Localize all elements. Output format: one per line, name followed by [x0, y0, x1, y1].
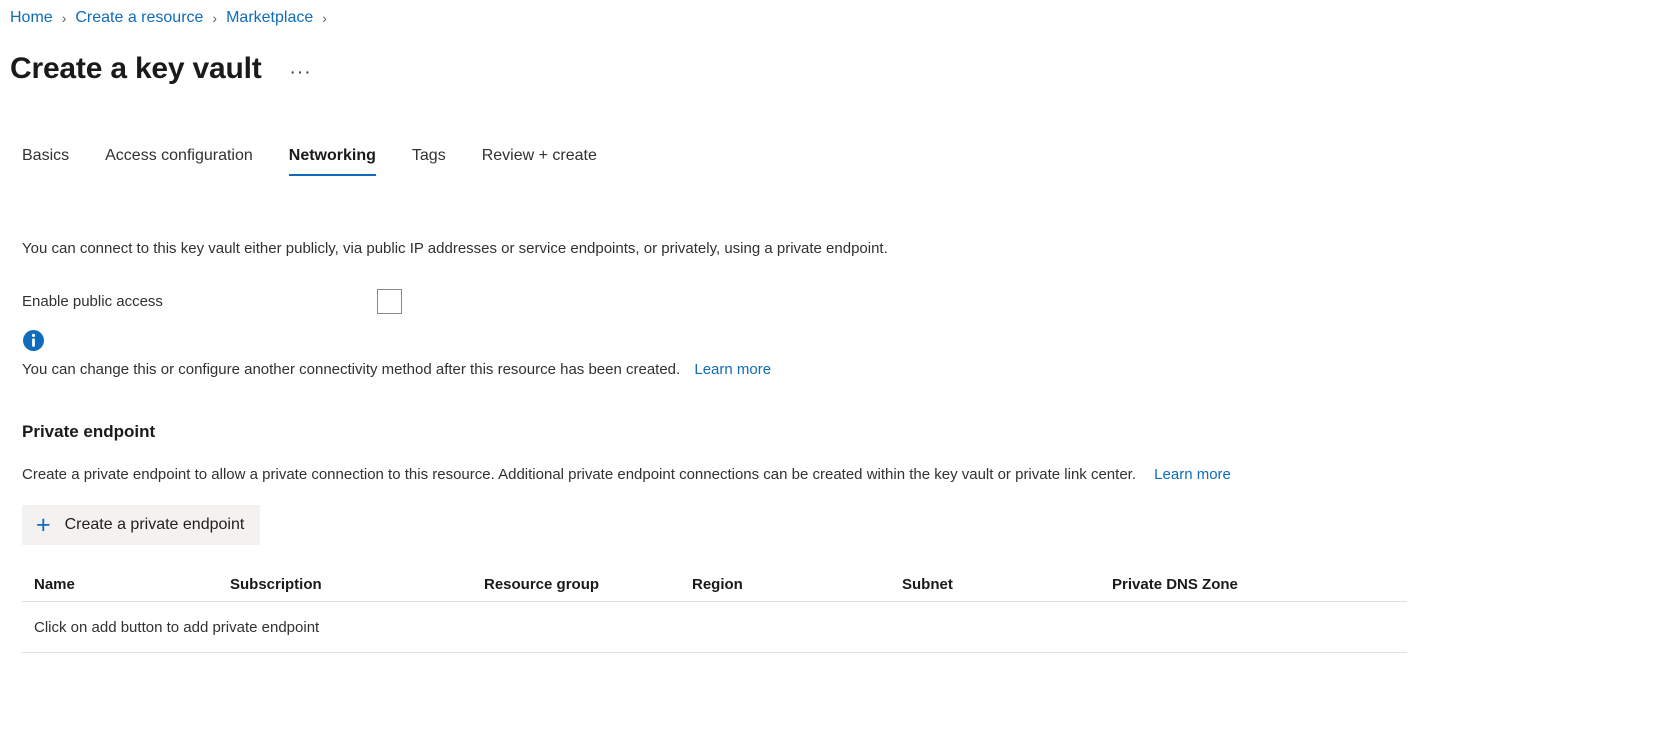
networking-intro-text: You can connect to this key vault either…: [22, 240, 888, 257]
info-message-text-row: You can change this or configure another…: [22, 359, 1661, 382]
table-empty-row: Click on add button to add private endpo…: [22, 602, 1407, 654]
enable-public-access-label: Enable public access: [22, 293, 163, 311]
page-title: Create a key vault: [10, 52, 262, 85]
breadcrumb-item-create-a-resource[interactable]: Create a resource: [75, 9, 203, 27]
info-message: You can change this or configure another…: [22, 329, 1661, 382]
breadcrumb-item-marketplace[interactable]: Marketplace: [226, 9, 313, 27]
private-endpoints-table: Name Subscription Resource group Region …: [22, 567, 1407, 654]
create-private-endpoint-button-label: Create a private endpoint: [64, 516, 245, 534]
table-header-row: Name Subscription Resource group Region …: [22, 567, 1407, 603]
column-header-region: Region: [692, 575, 743, 593]
private-endpoint-learn-more-link[interactable]: Learn more: [1154, 466, 1231, 483]
page-header: Create a key vault ···: [0, 32, 1661, 92]
create-private-endpoint-button[interactable]: + Create a private endpoint: [22, 505, 261, 546]
tab-basics[interactable]: Basics: [22, 147, 69, 176]
create-key-vault-page: Home › Create a resource › Marketplace ›…: [0, 0, 1661, 734]
info-learn-more-link[interactable]: Learn more: [694, 361, 771, 378]
enable-public-access-checkbox[interactable]: [377, 289, 402, 315]
more-actions-icon[interactable]: ···: [284, 61, 318, 84]
private-endpoint-description: Create a private endpoint to allow a pri…: [22, 466, 1136, 484]
column-header-name: Name: [34, 575, 75, 593]
info-message-text: You can change this or configure another…: [22, 360, 681, 378]
wizard-tabs: Basics Access configuration Networking T…: [0, 138, 1661, 176]
enable-public-access-row: Enable public access: [22, 289, 1661, 315]
column-header-private-dns-zone: Private DNS Zone: [1112, 575, 1238, 593]
breadcrumb-separator-icon: ›: [61, 10, 67, 26]
table-empty-message: Click on add button to add private endpo…: [34, 618, 320, 636]
breadcrumb: Home › Create a resource › Marketplace ›: [0, 0, 1661, 32]
tab-networking[interactable]: Networking: [288, 147, 377, 176]
plus-icon: +: [36, 510, 51, 539]
breadcrumb-item-home[interactable]: Home: [10, 9, 53, 27]
private-endpoint-section-title: Private endpoint: [22, 422, 156, 442]
column-header-subscription: Subscription: [230, 575, 322, 593]
tab-review-create[interactable]: Review + create: [482, 147, 597, 176]
tab-tags[interactable]: Tags: [412, 147, 446, 176]
breadcrumb-separator-icon: ›: [212, 10, 218, 26]
breadcrumb-separator-icon: ›: [322, 10, 327, 26]
networking-panel: You can connect to this key vault either…: [0, 176, 1661, 654]
private-endpoint-description-row: Create a private endpoint to allow a pri…: [22, 464, 1661, 485]
column-header-resource-group: Resource group: [484, 575, 600, 593]
info-circle-icon: [22, 329, 45, 352]
column-header-subnet: Subnet: [902, 575, 953, 593]
tab-access-configuration[interactable]: Access configuration: [105, 147, 253, 176]
